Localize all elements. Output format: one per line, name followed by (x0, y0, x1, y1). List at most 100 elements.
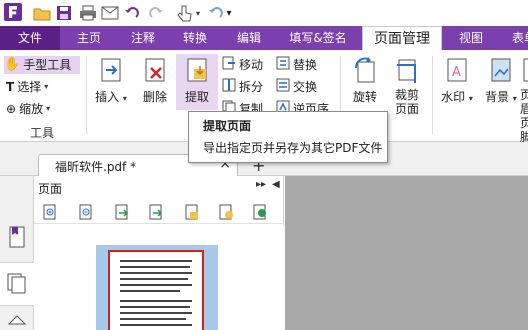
properties-thumbnail-icon[interactable] (252, 204, 268, 220)
extract-button[interactable]: 提取 (176, 54, 218, 110)
divider (86, 56, 87, 134)
svg-text:A: A (452, 65, 461, 80)
watermark-icon: A (442, 56, 472, 86)
split-button[interactable]: 拆分 (222, 78, 263, 96)
layers-icon[interactable] (7, 314, 27, 330)
select-button[interactable]: T 选择 ▾ (6, 78, 48, 96)
panel-collapse-icon[interactable]: ◀ (272, 179, 280, 190)
split-page-icon (222, 78, 236, 97)
tab-page-management[interactable]: 页面管理 (362, 26, 442, 50)
crop-page-icon (392, 56, 422, 86)
swap-button[interactable]: 交换 (276, 78, 317, 96)
rotate-label: 旋转 (352, 90, 377, 104)
background-button[interactable]: 背景 ▾ (480, 54, 522, 105)
thumbnail-text-line (120, 318, 186, 320)
zoom-out-thumbnail-icon[interactable] (78, 204, 94, 220)
crop-button[interactable]: 裁剪页面 (386, 54, 428, 116)
tab-fill-sign[interactable]: 填写&签名 (280, 26, 356, 50)
delete-button[interactable]: 删除 (134, 54, 176, 105)
zoom-button[interactable]: ⊕ 缩放 ▾ (6, 100, 50, 118)
insert-thumbnail-icon[interactable] (114, 204, 130, 220)
print-icon[interactable] (78, 3, 98, 23)
panel-title: 页面 (38, 182, 63, 196)
customize-quick-access-icon[interactable]: ▾ (224, 3, 234, 23)
select-label: 选择 (17, 80, 42, 94)
rotate-button[interactable]: 旋转 (344, 54, 386, 105)
insert-label: 插入 ▾ (95, 90, 127, 104)
split-label: 拆分 (239, 80, 264, 94)
extract-label: 提取 (184, 90, 209, 104)
tooltip-title: 提取页面 (203, 119, 252, 133)
chevron-down-icon[interactable]: ▾ (194, 3, 202, 23)
undo-gray-icon[interactable] (206, 3, 226, 23)
document-view-area[interactable] (285, 176, 528, 330)
thumbnail-text-line (120, 290, 180, 292)
hand-tool-label: 手型工具 (23, 58, 72, 72)
tab-comment[interactable]: 注释 (120, 26, 166, 50)
header-footer-icon (520, 56, 528, 86)
move-page-icon (222, 56, 236, 75)
header-footer-button[interactable]: 页眉页脚 (520, 54, 528, 144)
move-label: 移动 (239, 58, 264, 72)
swap-label: 交换 (293, 80, 318, 94)
text-select-icon: T (6, 80, 15, 94)
replace-label: 替换 (293, 58, 318, 72)
panel-expand-icon[interactable]: ▸▸ (256, 179, 266, 190)
background-label: 背景 ▾ (485, 90, 517, 104)
delete-label: 删除 (142, 90, 167, 104)
hand-icon: ✋ (4, 57, 21, 72)
thumbnail-text-line (120, 260, 192, 262)
pages-panel-tab[interactable] (0, 262, 34, 306)
bookmark-icon[interactable] (7, 226, 27, 248)
zoom-in-thumbnail-icon[interactable] (42, 204, 58, 220)
background-icon (486, 56, 516, 86)
tab-edit[interactable]: 编辑 (226, 26, 272, 50)
pages-panel: 页面 ▸▸ ◀ (34, 176, 284, 330)
replace-page-icon (276, 56, 290, 75)
thumbnail-text-line (120, 278, 188, 280)
extract-tooltip: 提取页面 导出指定页并另存为其它PDF文件 (188, 111, 388, 163)
extract-thumbnail-icon[interactable] (148, 204, 164, 220)
delete-page-icon (140, 56, 170, 86)
thumbnail-text-line (120, 284, 192, 286)
zoom-icon: ⊕ (6, 102, 17, 116)
swap-page-icon (276, 78, 290, 97)
touch-mode-icon[interactable] (174, 3, 194, 23)
open-folder-icon[interactable] (32, 3, 52, 23)
save-icon[interactable] (54, 3, 74, 23)
tab-home[interactable]: 主页 (66, 26, 112, 50)
page-thumbnail[interactable] (108, 250, 204, 330)
thumbnail-text-line (120, 306, 190, 308)
replace-thumbnail-icon[interactable] (184, 204, 200, 220)
move-button[interactable]: 移动 (222, 56, 263, 74)
rotate-page-icon (350, 56, 380, 86)
crop-label: 裁剪页面 (394, 88, 419, 116)
watermark-button[interactable]: A 水印 ▾ (436, 54, 478, 105)
hand-tool-button[interactable]: ✋ 手型工具 (4, 56, 80, 74)
undo-icon[interactable] (122, 3, 142, 23)
document-tab-name: 福昕软件.pdf * (55, 160, 137, 174)
header-footer-label: 页眉页脚 (520, 88, 528, 144)
insert-button[interactable]: 插入 ▾ (90, 54, 132, 105)
insert-page-icon (96, 56, 126, 86)
title-bar: ▾ ▾ (0, 0, 528, 26)
extract-page-icon (182, 56, 212, 86)
tools-group-label: 工具 (30, 126, 55, 140)
tab-convert[interactable]: 转换 (172, 26, 218, 50)
thumbnail-text-line (120, 272, 192, 274)
tab-view[interactable]: 视图 (448, 26, 494, 50)
tab-form[interactable]: 表单 (504, 26, 528, 50)
thumbnail-text-line (120, 324, 192, 326)
thumbnail-text-line (120, 312, 192, 314)
tab-file[interactable]: 文件 (0, 26, 60, 50)
left-nav-bar (0, 176, 34, 330)
replace-button[interactable]: 替换 (276, 56, 317, 74)
redo-icon[interactable] (146, 3, 166, 23)
delete-thumbnail-icon[interactable] (218, 204, 234, 220)
watermark-label: 水印 ▾ (441, 90, 473, 104)
zoom-label: 缩放 (19, 102, 44, 116)
email-icon[interactable] (100, 3, 120, 23)
pages-icon (7, 273, 27, 298)
thumbnail-area (34, 225, 284, 330)
menu-tab-row: 文件 主页 注释 转换 编辑 填写&签名 页面管理 视图 表单 (0, 26, 528, 50)
